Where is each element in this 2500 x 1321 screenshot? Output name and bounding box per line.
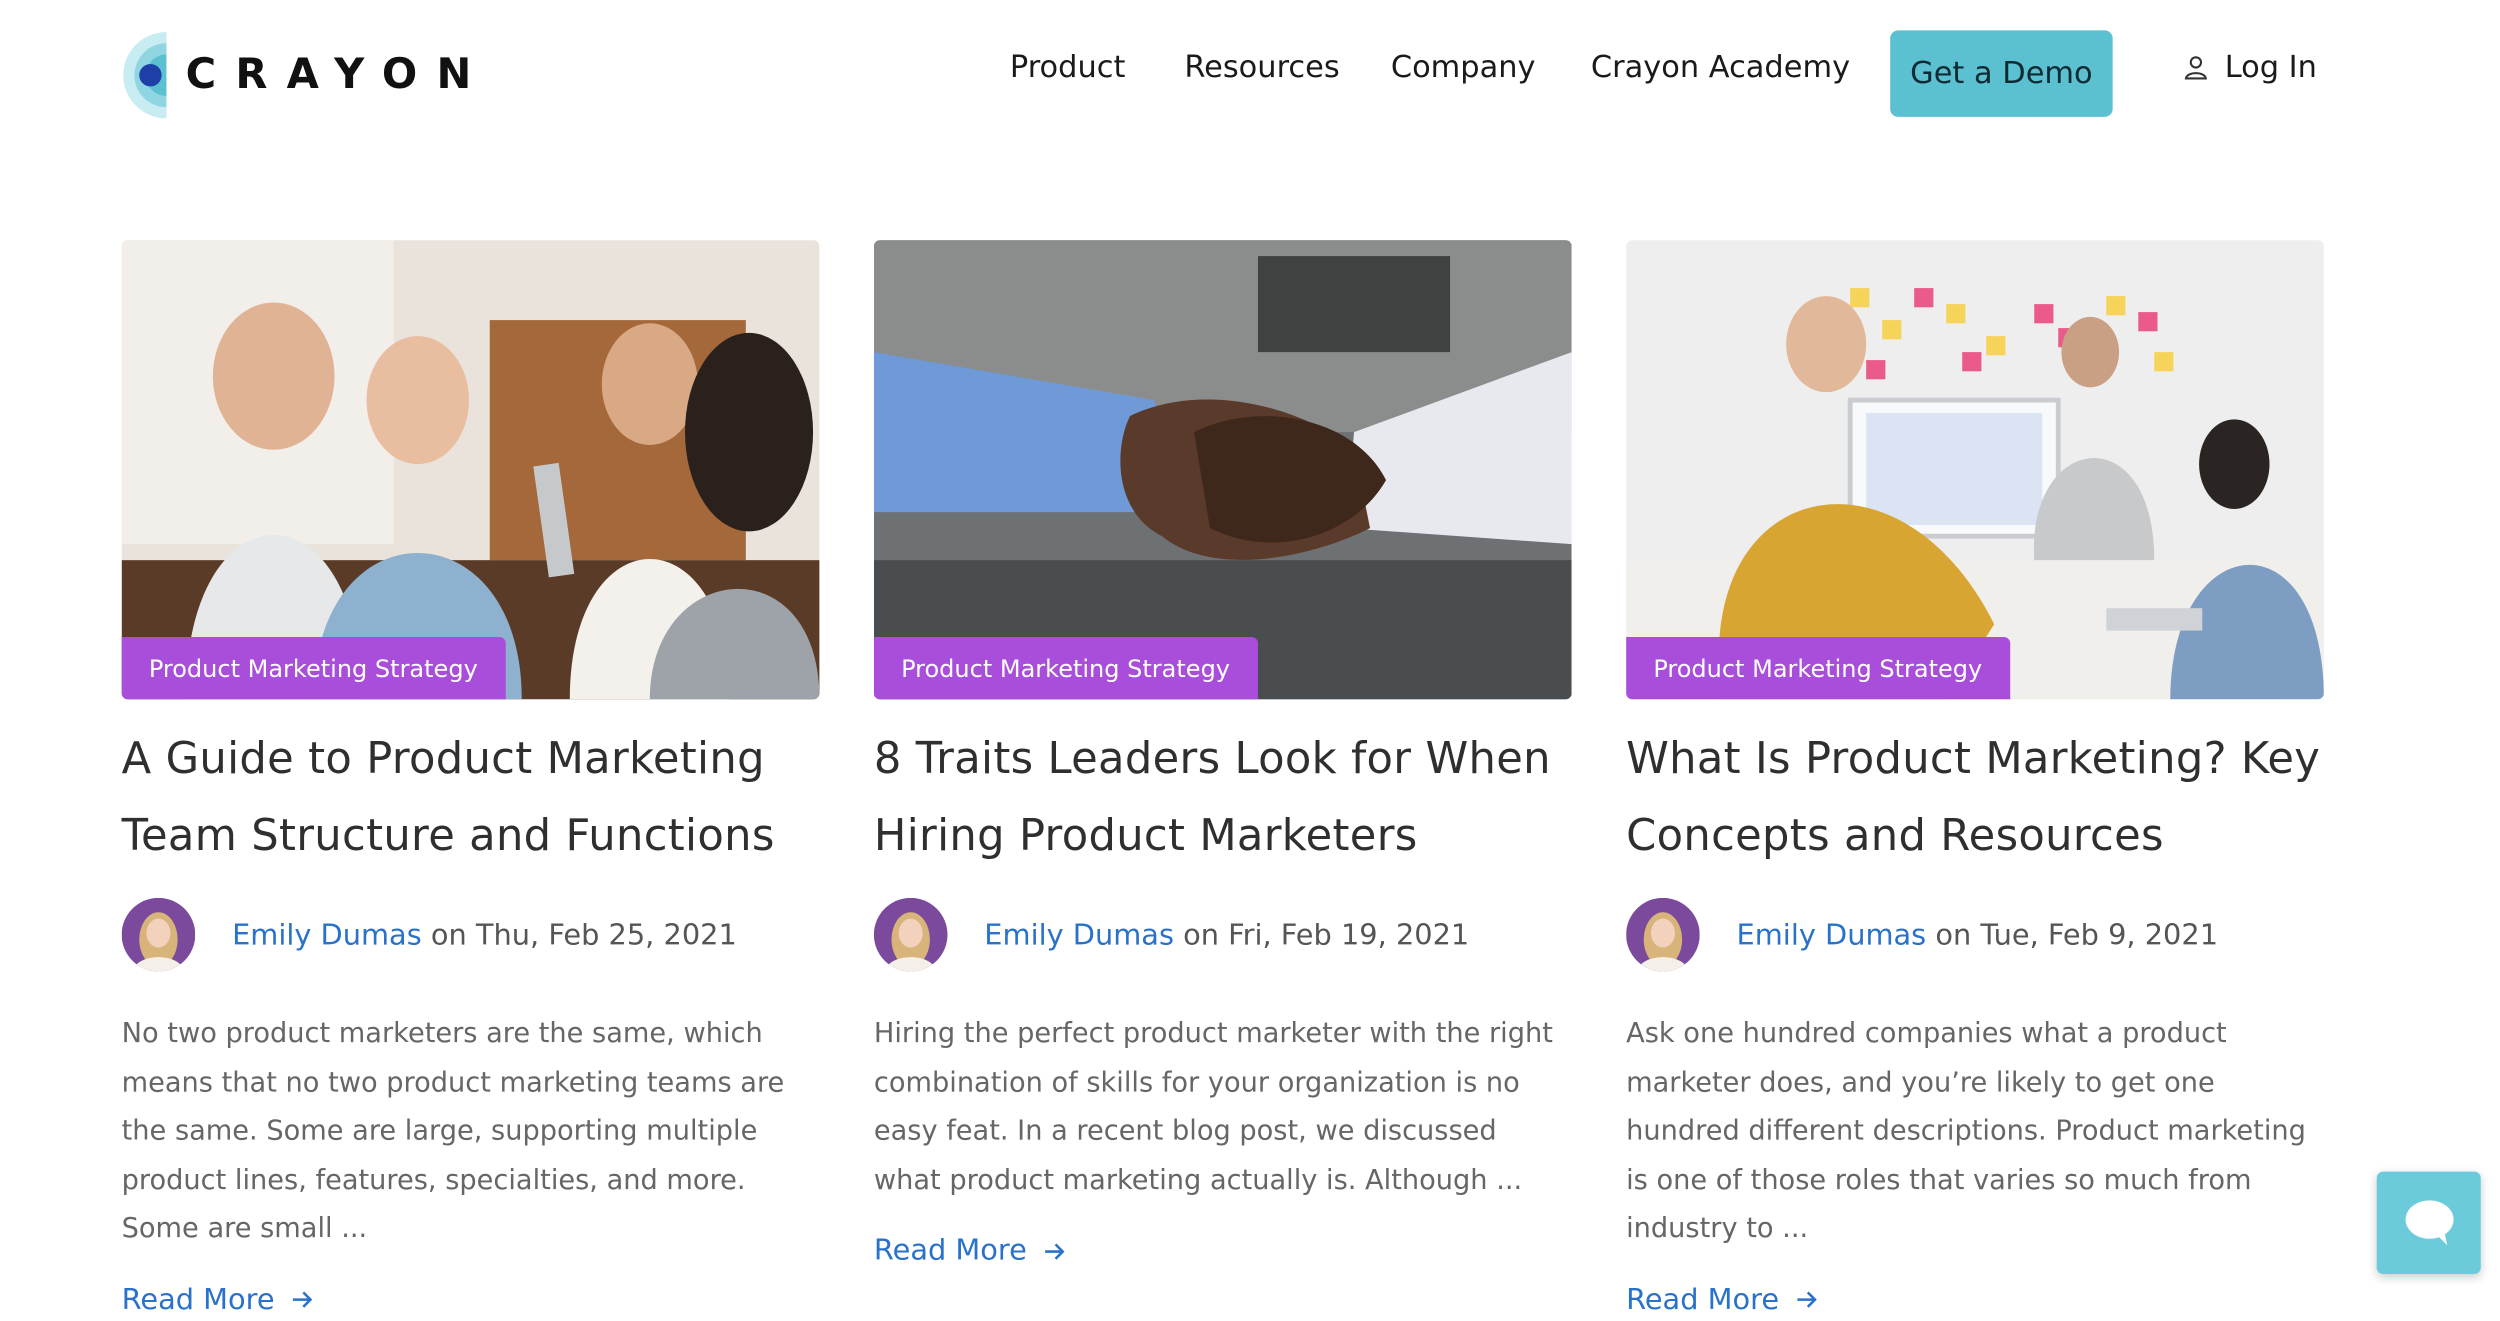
post-excerpt: Hiring the perfect product marketer with… — [873, 1017, 1553, 1197]
post-title[interactable]: A Guide to Product Marketing Team Struct… — [122, 722, 820, 876]
nav-product[interactable]: Product — [1010, 50, 1125, 85]
arrow-right-icon — [1796, 1291, 1817, 1308]
author-link[interactable]: Emily Dumas — [1737, 918, 1927, 952]
read-more-label: Read More — [121, 1282, 275, 1317]
read-more-link[interactable]: Read More — [1626, 1282, 2324, 1317]
post-date: on Fri, Feb 19, 2021 — [1173, 917, 1470, 952]
blog-card: Product Marketing Strategy What Is Produ… — [1626, 240, 2324, 1316]
arrow-right-icon — [1044, 1242, 1064, 1259]
author-avatar[interactable] — [121, 897, 196, 972]
blog-card-image[interactable]: Product Marketing Strategy — [873, 240, 1572, 700]
read-more-link[interactable]: Read More — [121, 1282, 820, 1317]
blog-card-image[interactable]: Product Marketing Strategy — [1626, 240, 2324, 700]
chat-widget-button[interactable] — [2376, 1171, 2481, 1274]
crayon-logo[interactable]: CRAYON — [96, 22, 491, 128]
chat-bubble-icon — [2404, 1200, 2453, 1246]
nav-company[interactable]: Company — [1391, 50, 1536, 85]
nav-resources[interactable]: Resources — [1184, 50, 1339, 85]
post-meta: Emily Dumas on Tue, Feb 9, 2021 — [1626, 897, 2324, 972]
category-tag[interactable]: Product Marketing Strategy — [873, 636, 1258, 700]
post-meta: Emily Dumas on Thu, Feb 25, 2021 — [121, 897, 820, 972]
category-tag[interactable]: Product Marketing Strategy — [1626, 636, 2010, 700]
post-title[interactable]: 8 Traits Leaders Look for When Hiring Pr… — [874, 722, 1572, 876]
log-in-link[interactable]: Log In — [2183, 50, 2317, 85]
author-link[interactable]: Emily Dumas — [984, 918, 1174, 952]
post-date: on Thu, Feb 25, 2021 — [421, 917, 737, 952]
log-in-label: Log In — [2224, 49, 2317, 85]
site-header: CRAYON Product Resources Company Crayon … — [0, 0, 2500, 147]
read-more-label: Read More — [873, 1233, 1027, 1268]
nav-crayon-academy[interactable]: Crayon Academy — [1591, 50, 1850, 85]
post-byline: Emily Dumas on Tue, Feb 9, 2021 — [1737, 918, 2219, 952]
read-more-label: Read More — [1626, 1282, 1780, 1317]
post-title[interactable]: What Is Product Marketing? Key Concepts … — [1626, 722, 2324, 876]
author-link[interactable]: Emily Dumas — [232, 918, 422, 952]
blog-card: Product Marketing Strategy 8 Traits Lead… — [873, 240, 1572, 1268]
get-a-demo-button[interactable]: Get a Demo — [1890, 30, 2113, 117]
blog-card: Product Marketing Strategy A Guide to Pr… — [121, 240, 820, 1317]
author-avatar[interactable] — [1626, 897, 1700, 972]
arrow-right-icon — [292, 1291, 312, 1308]
post-excerpt: Ask one hundred companies what a product… — [1626, 1017, 2306, 1246]
blog-card-image[interactable]: Product Marketing Strategy — [121, 240, 820, 700]
post-meta: Emily Dumas on Fri, Feb 19, 2021 — [873, 897, 1572, 972]
post-date: on Tue, Feb 9, 2021 — [1926, 917, 2219, 952]
brand-name: CRAYON — [185, 51, 491, 100]
post-excerpt: No two product marketers are the same, w… — [121, 1017, 785, 1246]
post-byline: Emily Dumas on Thu, Feb 25, 2021 — [232, 918, 737, 952]
post-byline: Emily Dumas on Fri, Feb 19, 2021 — [984, 918, 1469, 952]
crayon-logo-mark-icon — [96, 22, 173, 128]
user-icon — [2184, 56, 2208, 80]
read-more-link[interactable]: Read More — [874, 1234, 1572, 1268]
category-tag[interactable]: Product Marketing Strategy — [121, 636, 506, 700]
author-avatar[interactable] — [873, 897, 948, 972]
